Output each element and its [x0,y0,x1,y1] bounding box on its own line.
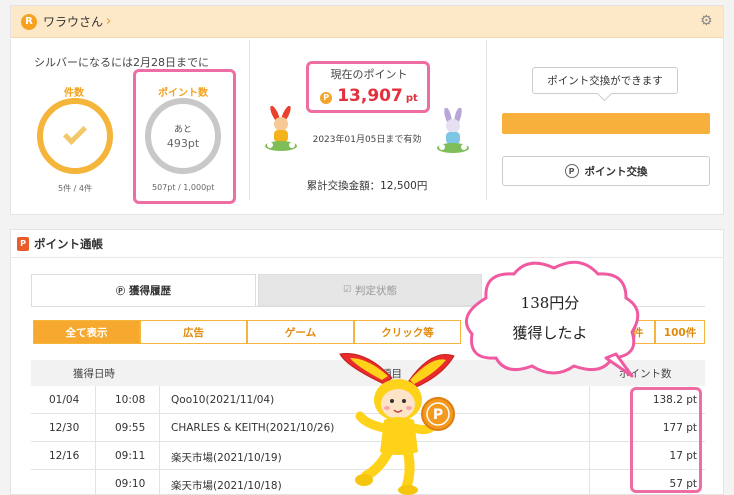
point-exchange-label: ポイント交換 [584,165,648,178]
rabbit-mascot-icon: P [339,353,455,495]
row-time: 09:11 [115,450,146,462]
highlight-box [306,61,430,113]
count-gauge-value: 5件 / 4件 [58,184,92,193]
cell-divider [159,442,160,470]
row-item[interactable]: CHARLES & KEITH(2021/10/26) [171,422,334,434]
exchange-progress-bar [502,113,710,134]
tab-judgement-status[interactable]: ☑ 判定状態 [258,274,482,306]
exchange-cycle-icon: P [564,164,579,178]
count-gauge-label: 件数 [64,88,84,99]
cell-divider [589,470,590,494]
column-divider [249,40,250,200]
passbook-icon: P [17,236,29,251]
row-date: 01/04 [49,394,80,406]
filter-ads[interactable]: 広告 [140,320,247,344]
highlight-box [630,387,702,493]
exchange-tooltip: ポイント交換ができます [532,67,678,94]
rank-condition-note: シルバーになるには2月28日までに [34,56,209,69]
cell-divider [589,386,590,414]
bunny-right-icon [437,108,469,153]
filter-100-items[interactable]: 100件 [655,320,705,344]
account-header[interactable]: R ワラウさん › [11,6,723,38]
check-icon [62,120,88,146]
speech-line-1: 138円分 [520,294,580,312]
row-date: 12/16 [49,450,80,462]
passbook-header: P ポイント通帳 [11,230,723,258]
cell-divider [589,414,590,442]
row-item[interactable]: Qoo10(2021/11/04) [171,394,274,406]
tab-label: 判定状態 [355,284,398,297]
checkbox-icon: ☑ [342,285,352,295]
speech-cloud-text: 138円分 獲得したよ [466,288,634,348]
column-date: 獲得日時 [73,368,115,380]
cell-divider [159,470,160,494]
tab-earned-history[interactable]: Ⓟ 獲得履歴 [31,274,256,306]
row-item[interactable]: 楽天市場(2021/10/18) [171,478,282,493]
gear-icon[interactable]: ⚙ [700,14,714,28]
cell-divider [589,442,590,470]
cell-divider [159,414,160,442]
cell-divider [95,386,96,414]
user-name[interactable]: ワラウさん [43,13,103,30]
highlight-box [133,69,236,204]
rank-badge-icon: R [21,13,37,30]
row-item[interactable]: 楽天市場(2021/10/19) [171,450,282,465]
mascot-coin-letter: P [433,407,443,423]
row-time: 09:55 [115,422,146,434]
row-time: 09:10 [115,478,146,490]
filter-games[interactable]: ゲーム [247,320,354,344]
cell-divider [159,386,160,414]
chevron-right-icon[interactable]: › [106,14,111,29]
column-divider [486,40,487,200]
speech-line-2: 獲得したよ [512,324,588,342]
cell-divider [95,442,96,470]
point-circle-icon: Ⓟ [115,287,125,297]
count-gauge [37,98,113,174]
tab-label: 獲得履歴 [129,285,171,297]
point-exchange-button[interactable]: P ポイント交換 [502,156,710,186]
filter-all[interactable]: 全て表示 [33,320,140,344]
bunny-left-icon [265,106,297,151]
row-time: 10:08 [115,394,146,406]
total-exchange-amount: 累計交換金額：12,500円 [306,180,428,192]
cell-divider [95,414,96,442]
filter-clicks[interactable]: クリック等 [354,320,461,344]
cell-divider [95,470,96,494]
points-expiry: 2023年01月05日まで有効 [312,135,422,145]
row-date: 12/30 [49,422,80,434]
passbook-title: ポイント通帳 [34,236,103,251]
